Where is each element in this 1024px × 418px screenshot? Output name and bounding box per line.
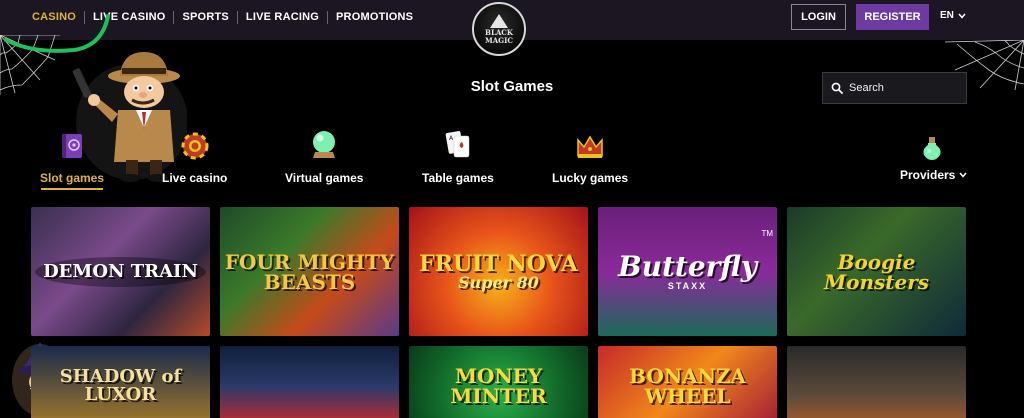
active-underline xyxy=(293,188,355,190)
nav-sports[interactable]: SPORTS xyxy=(174,11,236,23)
active-underline xyxy=(164,188,226,190)
search-icon xyxy=(831,82,843,94)
category-label: Lucky games xyxy=(552,171,629,185)
chevron-down-icon xyxy=(959,172,967,178)
category-icon-wrap xyxy=(181,130,209,160)
game-tile-bonanza-wheel[interactable]: BONANZA WHEEL xyxy=(598,346,777,418)
potion-icon xyxy=(923,137,941,160)
game-tile-fruit-nova[interactable]: FRUIT NOVA Super 80 xyxy=(409,207,588,336)
brand-logo[interactable]: BLACK MAGIC xyxy=(472,2,526,56)
active-underline xyxy=(559,188,621,190)
game-title: Boogie Monsters xyxy=(823,249,930,294)
crown-icon xyxy=(577,135,603,158)
game-subtitle: STAXX xyxy=(667,280,708,291)
category-label: Virtual games xyxy=(285,171,364,185)
search-input[interactable] xyxy=(849,82,959,94)
language-label: EN xyxy=(940,10,954,21)
game-title: Butterfly xyxy=(617,249,758,283)
spellbook-icon xyxy=(62,134,83,158)
chevron-down-icon xyxy=(958,13,966,19)
category-label: Live casino xyxy=(162,171,228,185)
category-live-casino[interactable]: Live casino xyxy=(162,130,227,190)
search-box[interactable] xyxy=(822,72,967,104)
providers-dropdown[interactable]: Providers xyxy=(900,168,967,182)
active-underline xyxy=(41,188,104,190)
category-lucky-games[interactable]: Lucky games xyxy=(552,130,628,190)
game-title: BONANZA WHEEL xyxy=(629,364,746,408)
game-tile-shadow-of-luxor[interactable]: SHADOW of LUXOR xyxy=(31,346,210,418)
logo-line-2: MAGIC xyxy=(484,35,513,45)
game-title: FOUR MIGHTY BEASTS xyxy=(224,249,395,294)
game-title: SHADOW of LUXOR xyxy=(59,366,182,405)
category-label: Table games xyxy=(422,171,494,185)
category-icon-wrap xyxy=(310,130,338,160)
register-button[interactable]: REGISTER xyxy=(856,4,929,30)
game-title: DEMON TRAIN xyxy=(35,256,206,287)
category-icon-wrap xyxy=(59,130,85,160)
game-tile-butterfly-staxx[interactable]: Butterfly STAXX TM xyxy=(598,207,777,336)
language-selector[interactable]: EN xyxy=(940,10,966,21)
providers-label: Providers xyxy=(900,168,956,182)
nav-live-racing[interactable]: LIVE RACING xyxy=(238,11,327,23)
category-slot-games[interactable]: Slot games xyxy=(40,130,104,190)
game-tile-fortune[interactable] xyxy=(220,346,399,418)
category-table-games[interactable]: A Table games xyxy=(422,130,494,190)
active-underline xyxy=(427,188,489,190)
wizard-hat-icon xyxy=(490,13,508,28)
category-virtual-games[interactable]: Virtual games xyxy=(285,130,363,190)
nav-promotions[interactable]: PROMOTIONS xyxy=(328,11,421,23)
login-button[interactable]: LOGIN xyxy=(791,4,846,30)
cards-icon: A xyxy=(445,131,470,158)
chip-icon xyxy=(181,132,209,160)
game-tile-boogie-monsters[interactable]: Boogie Monsters xyxy=(787,207,966,336)
crystal-ball-icon xyxy=(313,131,336,158)
game-title: MONEY MINTER xyxy=(450,364,547,408)
game-tile-money-minter[interactable]: MONEY MINTER xyxy=(409,346,588,418)
game-subtitle: Super 80 xyxy=(458,272,539,292)
category-icon-wrap xyxy=(575,130,605,160)
category-label: Slot games xyxy=(40,171,105,185)
game-tile-basketball[interactable] xyxy=(787,346,966,418)
game-tile-demon-train[interactable]: DEMON TRAIN xyxy=(31,207,210,336)
game-title: FRUIT NOVA xyxy=(419,250,578,277)
trademark-mark: TM xyxy=(761,229,773,238)
game-tile-four-mighty-beasts[interactable]: FOUR MIGHTY BEASTS xyxy=(220,207,399,336)
category-icon-wrap: A xyxy=(445,130,471,160)
